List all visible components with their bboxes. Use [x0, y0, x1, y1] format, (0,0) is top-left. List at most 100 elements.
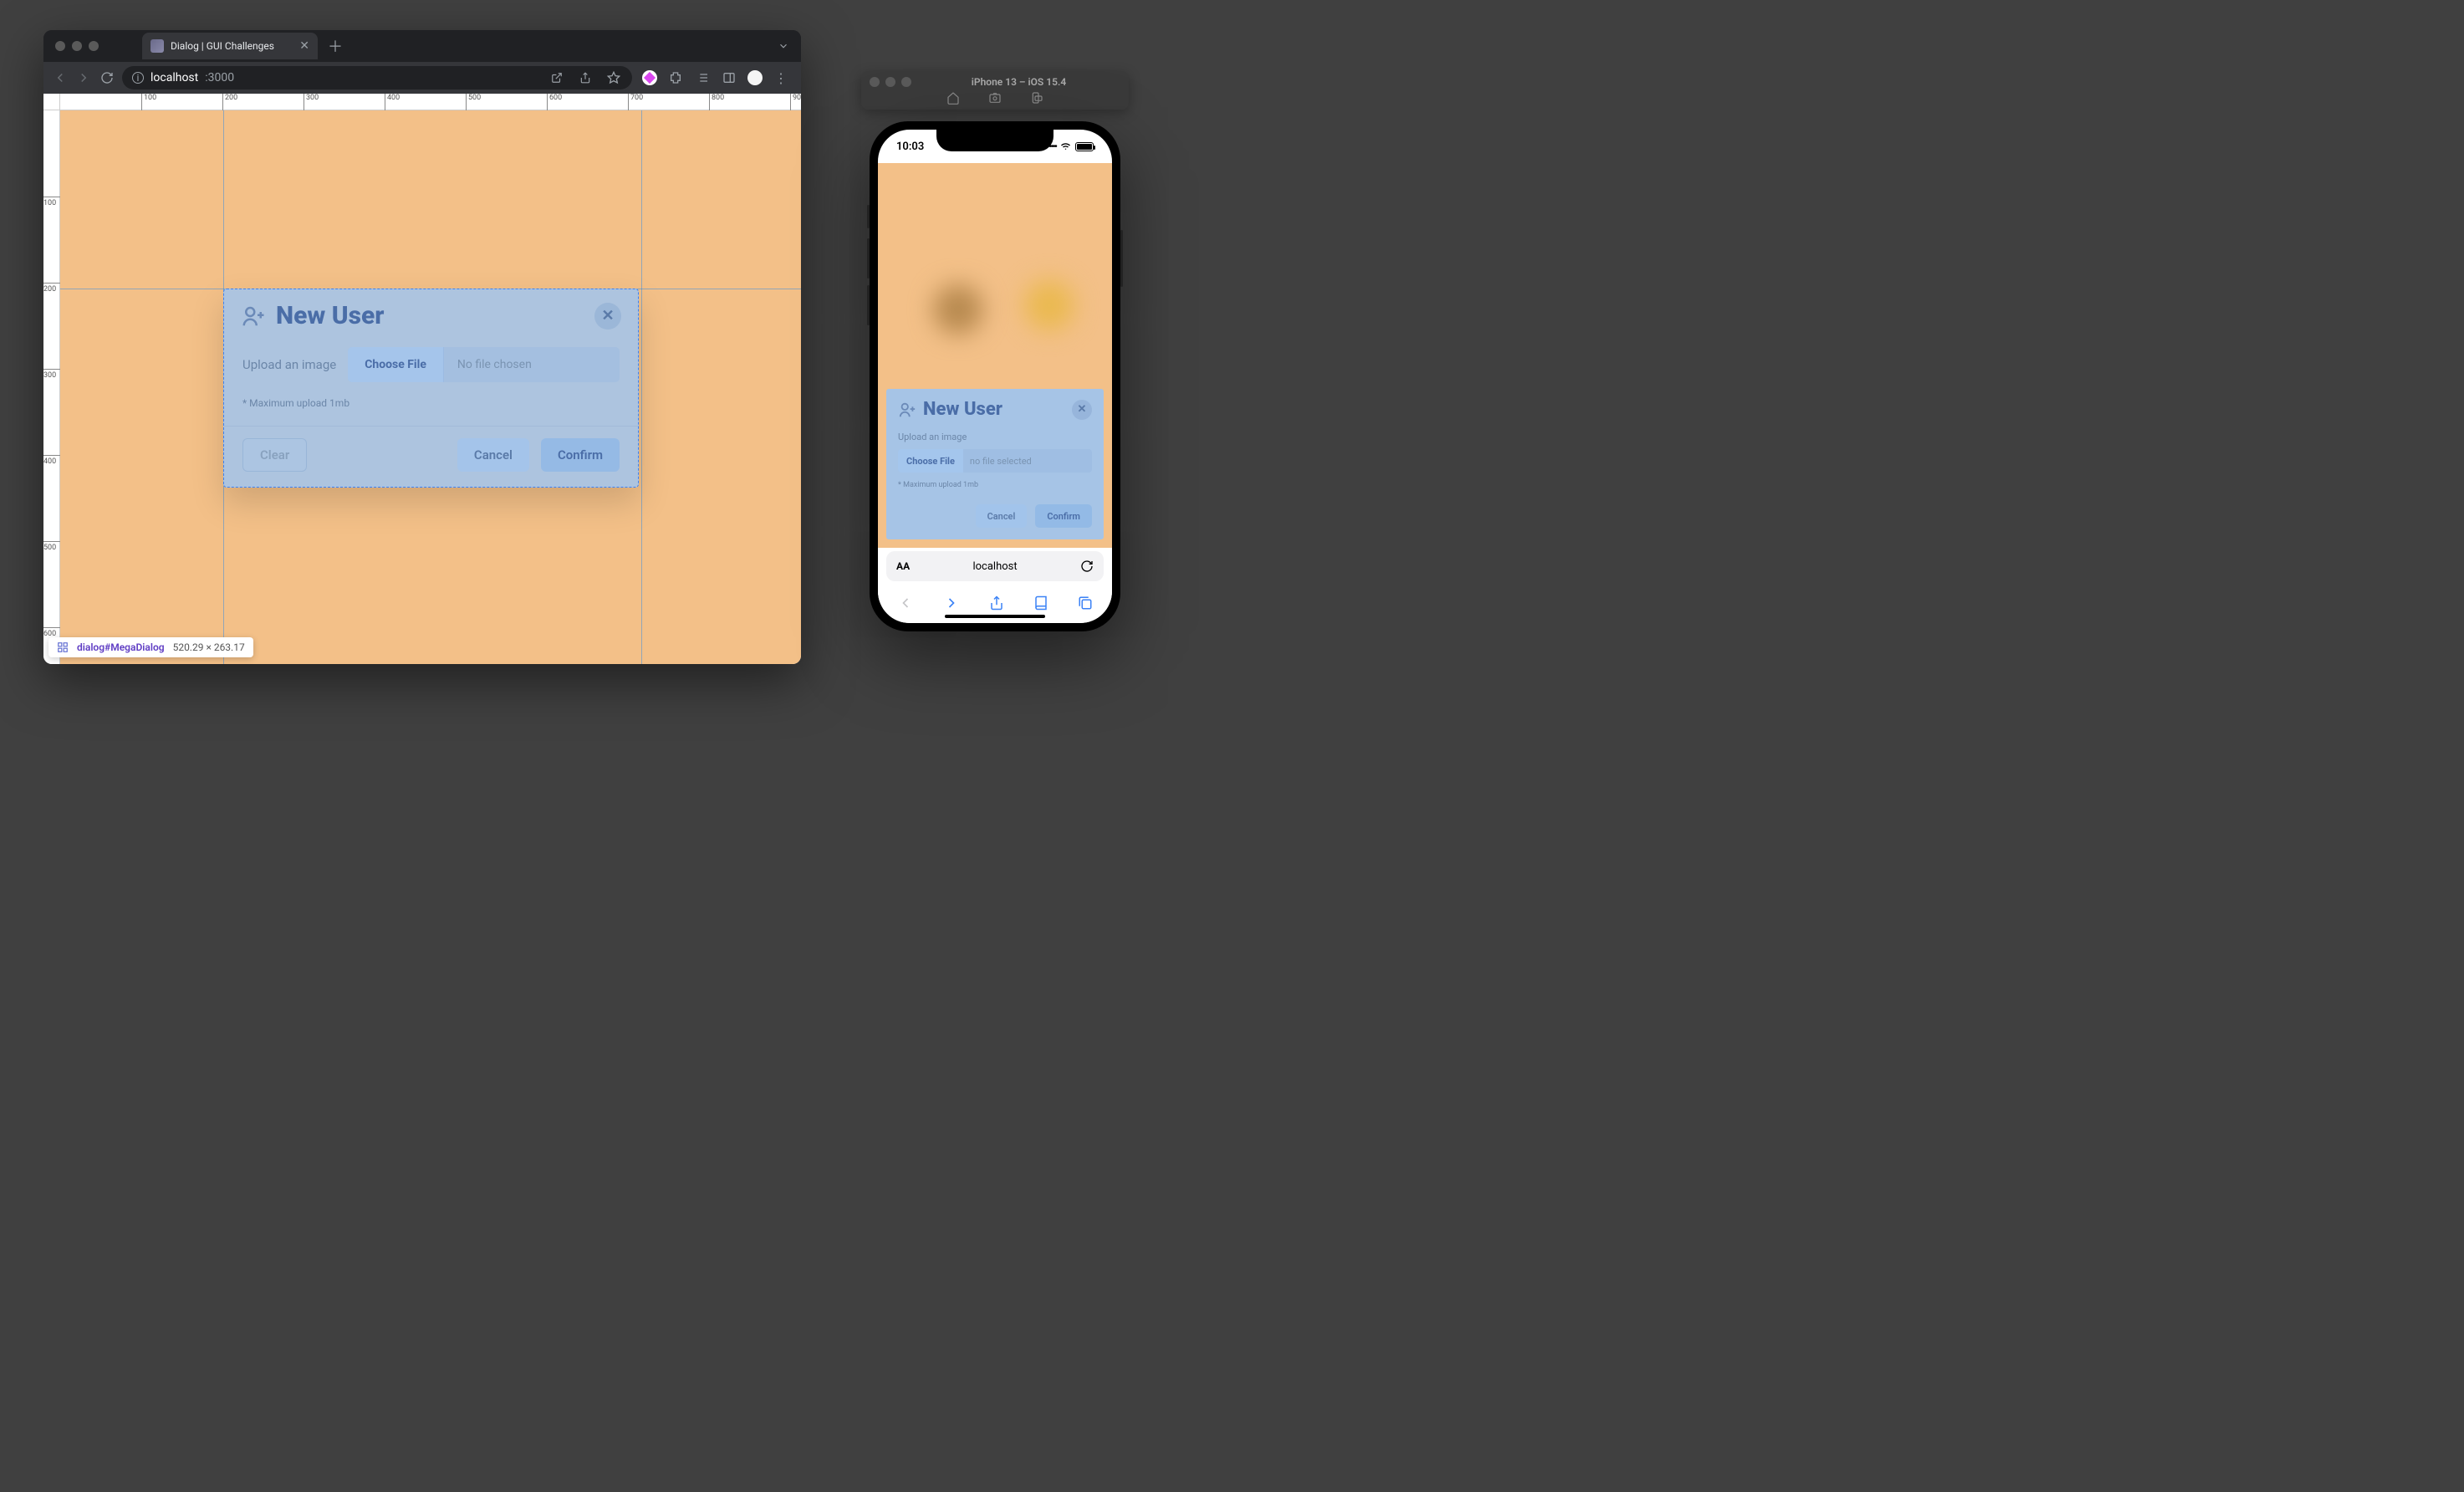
- mobile-file-status: no file selected: [963, 449, 1038, 473]
- ruler-tick: 900: [790, 94, 801, 110]
- simulator-titlebar: iPhone 13 – iOS 15.4: [861, 71, 1129, 110]
- tabs-dropdown-icon[interactable]: [778, 40, 789, 52]
- confirm-button[interactable]: Confirm: [541, 438, 620, 472]
- tab-title: Dialog | GUI Challenges: [171, 40, 293, 52]
- ruler-tick: 100: [43, 197, 60, 207]
- safari-share-icon[interactable]: [989, 595, 1004, 611]
- ruler-tick: 400: [385, 94, 400, 110]
- ruler-tick: 400: [43, 455, 60, 466]
- zoom-traffic-light[interactable]: [89, 41, 99, 51]
- forward-icon[interactable]: [75, 69, 92, 86]
- sim-close[interactable]: [870, 77, 880, 87]
- upload-row: Upload an image Choose File No file chos…: [242, 347, 620, 382]
- mobile-upload-label: Upload an image: [898, 432, 1092, 442]
- phone-vol-down: [867, 285, 870, 325]
- page-canvas: New User ✕ Upload an image Choose File N…: [60, 110, 801, 664]
- safari-url-host: localhost: [910, 560, 1080, 573]
- media-icon[interactable]: [694, 69, 711, 86]
- sim-zoom[interactable]: [901, 77, 911, 87]
- devtools-node-chip[interactable]: dialog#MegaDialog 520.29 × 263.17: [48, 637, 253, 657]
- mobile-cancel-button[interactable]: Cancel: [976, 504, 1028, 528]
- ruler-tick: 700: [628, 94, 643, 110]
- simulator-window: iPhone 13 – iOS 15.4 10:03 ••••: [861, 71, 1129, 631]
- address-bar[interactable]: i localhost :3000: [122, 66, 632, 89]
- back-icon[interactable]: [52, 69, 69, 86]
- text-size-icon[interactable]: AA: [896, 560, 910, 572]
- mega-dialog: New User ✕ Upload an image Choose File N…: [223, 289, 639, 488]
- close-traffic-light[interactable]: [55, 41, 65, 51]
- mobile-close-button[interactable]: ✕: [1072, 400, 1092, 420]
- close-tab-icon[interactable]: ✕: [299, 39, 309, 53]
- ruler-tick: 200: [43, 283, 60, 294]
- browser-tab[interactable]: Dialog | GUI Challenges ✕: [142, 33, 318, 59]
- mobile-upload-hint: * Maximum upload 1mb: [898, 481, 1092, 489]
- traffic-lights: [55, 41, 99, 51]
- new-tab-button[interactable]: ＋: [328, 35, 343, 57]
- ruler-tick: 500: [466, 94, 481, 110]
- ruler-tick: 300: [43, 369, 60, 380]
- favicon-icon: [150, 39, 164, 53]
- safari-reload-icon[interactable]: [1080, 560, 1094, 573]
- dialog-footer: Clear Cancel Confirm: [224, 426, 638, 487]
- mobile-choose-button[interactable]: Choose File: [898, 449, 963, 473]
- sim-rotate-icon[interactable]: [1030, 91, 1043, 105]
- minimize-traffic-light[interactable]: [72, 41, 82, 51]
- ruler-vertical: 100200300400500600: [43, 110, 60, 664]
- status-time: 10:03: [896, 141, 924, 153]
- clear-button[interactable]: Clear: [242, 438, 307, 472]
- user-add-icon: [241, 304, 266, 329]
- ruler-tick: 500: [43, 541, 60, 552]
- cancel-button[interactable]: Cancel: [457, 438, 529, 472]
- close-dialog-button[interactable]: ✕: [594, 303, 621, 330]
- ruler-tick: 600: [547, 94, 562, 110]
- phone-frame: 10:03 •••• New User: [870, 121, 1120, 631]
- sim-screenshot-icon[interactable]: [988, 91, 1002, 105]
- safari-address-bar[interactable]: AA localhost: [886, 551, 1104, 581]
- safari-forward-icon[interactable]: [943, 595, 960, 611]
- mobile-file-input[interactable]: Choose File no file selected: [898, 449, 1092, 473]
- file-input[interactable]: Choose File No file chosen: [348, 347, 620, 382]
- mobile-dialog-footer: Cancel Confirm: [898, 504, 1092, 528]
- user-add-icon: [898, 401, 916, 419]
- wifi-icon: [1059, 141, 1072, 151]
- sidepanel-icon[interactable]: [721, 69, 737, 86]
- blur-blob: [1024, 280, 1074, 330]
- upload-hint: * Maximum upload 1mb: [242, 397, 620, 409]
- dialog-title: New User: [276, 301, 584, 330]
- share-icon[interactable]: [577, 69, 594, 86]
- url-port: :3000: [205, 71, 234, 84]
- toolbar-right-icons: ⋮: [639, 69, 793, 86]
- home-indicator[interactable]: [945, 615, 1045, 618]
- ruler-tick: 200: [222, 94, 237, 110]
- ruler-horizontal: 100200300400500600700800900: [60, 94, 801, 110]
- safari-bookmarks-icon[interactable]: [1033, 595, 1048, 611]
- url-host: localhost: [150, 71, 198, 84]
- battery-icon: [1075, 142, 1094, 151]
- safari-back-icon[interactable]: [897, 595, 914, 611]
- dialog-body: Upload an image Choose File No file chos…: [224, 330, 638, 417]
- extensions-icon[interactable]: [667, 69, 684, 86]
- grid-icon: [57, 641, 69, 653]
- mobile-confirm-button[interactable]: Confirm: [1035, 504, 1092, 528]
- safari-tabs-icon[interactable]: [1078, 595, 1093, 611]
- reload-icon[interactable]: [99, 69, 115, 86]
- mobile-dialog-title: New User: [923, 399, 1065, 420]
- menu-icon[interactable]: ⋮: [773, 69, 789, 86]
- tab-strip: Dialog | GUI Challenges ✕ ＋: [43, 30, 801, 62]
- phone-mute-switch: [867, 205, 870, 228]
- safari-content: New User ✕ Upload an image Choose File n…: [878, 163, 1112, 548]
- bookmark-star-icon[interactable]: [605, 69, 622, 86]
- site-info-icon[interactable]: i: [132, 72, 144, 84]
- simulator-title: iPhone 13 – iOS 15.4: [917, 76, 1120, 88]
- ruler-tick: 300: [304, 94, 319, 110]
- sim-home-icon[interactable]: [946, 91, 960, 105]
- extension-badge-icon[interactable]: [642, 70, 657, 85]
- node-selector: dialog#MegaDialog: [77, 641, 165, 653]
- sim-min[interactable]: [885, 77, 895, 87]
- open-external-icon[interactable]: [548, 69, 565, 86]
- guide-line: [641, 110, 642, 664]
- choose-file-button[interactable]: Choose File: [348, 347, 444, 382]
- profile-avatar-icon[interactable]: [747, 70, 763, 85]
- phone-screen: 10:03 •••• New User: [878, 130, 1112, 623]
- viewport: 100200300400500600700800900 100200300400…: [43, 94, 801, 664]
